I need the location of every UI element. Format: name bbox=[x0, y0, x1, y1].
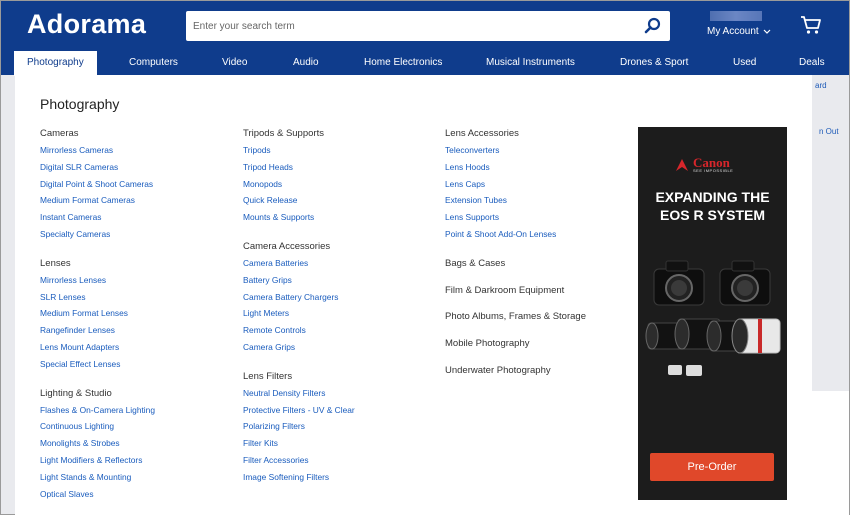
group-cameras: Cameras Mirrorless Cameras Digital SLR C… bbox=[40, 128, 155, 245]
menu-link[interactable]: Medium Format Cameras bbox=[40, 194, 155, 211]
menu-link[interactable]: Tripod Heads bbox=[243, 161, 355, 178]
canon-logo: Canon bbox=[693, 155, 730, 170]
group-camera-accessories: Camera Accessories Camera Batteries Batt… bbox=[243, 241, 355, 358]
search-button[interactable] bbox=[644, 17, 662, 35]
menu-category-bags-cases[interactable]: Bags & Cases bbox=[445, 258, 586, 285]
menu-link[interactable]: Specialty Cameras bbox=[40, 228, 155, 245]
menu-link[interactable]: Light Stands & Mounting bbox=[40, 471, 155, 488]
nav-used[interactable]: Used bbox=[733, 51, 756, 75]
menu-link[interactable]: Optical Slaves bbox=[40, 488, 155, 505]
group-lens-accessories: Lens Accessories Teleconverters Lens Hoo… bbox=[445, 128, 586, 245]
menu-link[interactable]: Teleconverters bbox=[445, 144, 586, 161]
cameras-lenses-image bbox=[645, 260, 781, 376]
nav-deals[interactable]: Deals bbox=[799, 51, 825, 75]
menu-link[interactable]: Neutral Density Filters bbox=[243, 387, 355, 404]
menu-link[interactable]: Remote Controls bbox=[243, 324, 355, 341]
canon-brand: Canon SEE IMPOSSIBLE bbox=[675, 155, 734, 173]
menu-link[interactable]: Mirrorless Lenses bbox=[40, 274, 155, 291]
menu-link[interactable]: Rangefinder Lenses bbox=[40, 324, 155, 341]
search-box bbox=[186, 11, 670, 41]
account-username-blurred bbox=[710, 11, 762, 21]
my-account-label: My Account bbox=[707, 26, 759, 37]
menu-link[interactable]: Digital SLR Cameras bbox=[40, 161, 155, 178]
ad-headline-2: EOS R SYSTEM bbox=[659, 207, 766, 223]
chevron-down-icon bbox=[763, 29, 771, 34]
menu-link[interactable]: Filter Accessories bbox=[243, 454, 355, 471]
group-lighting-studio: Lighting & Studio Flashes & On-Camera Li… bbox=[40, 388, 155, 505]
menu-link[interactable]: Special Effect Lenses bbox=[40, 358, 155, 375]
search-input[interactable] bbox=[186, 11, 626, 41]
menu-link[interactable]: Monopods bbox=[243, 178, 355, 195]
cart-icon bbox=[801, 16, 821, 34]
menu-link[interactable]: Light Modifiers & Reflectors bbox=[40, 454, 155, 471]
menu-link[interactable]: Protective Filters - UV & Clear bbox=[243, 404, 355, 421]
menu-link[interactable]: SLR Lenses bbox=[40, 291, 155, 308]
canon-tagline: SEE IMPOSSIBLE bbox=[693, 168, 734, 173]
group-title[interactable]: Lens Accessories bbox=[445, 128, 586, 144]
background-signout-fragment[interactable]: n Out bbox=[819, 127, 839, 136]
menu-link[interactable]: Lens Supports bbox=[445, 211, 586, 228]
menu-link[interactable]: Tripods bbox=[243, 144, 355, 161]
menu-category-mobile-photography[interactable]: Mobile Photography bbox=[445, 338, 586, 365]
menu-link[interactable]: Filter Kits bbox=[243, 437, 355, 454]
nav-computers[interactable]: Computers bbox=[129, 51, 178, 75]
group-title[interactable]: Lens Filters bbox=[243, 371, 355, 387]
menu-link[interactable]: Mirrorless Cameras bbox=[40, 144, 155, 161]
menu-category-photo-albums[interactable]: Photo Albums, Frames & Storage bbox=[445, 311, 586, 338]
canon-flag-icon bbox=[676, 159, 688, 171]
adorama-logo[interactable]: Adorama bbox=[27, 9, 146, 40]
canon-ad-banner[interactable]: Canon SEE IMPOSSIBLE EXPANDING THE EOS R… bbox=[638, 127, 787, 500]
menu-link[interactable]: Polarizing Filters bbox=[243, 420, 355, 437]
menu-link[interactable]: Lens Hoods bbox=[445, 161, 586, 178]
group-title[interactable]: Camera Accessories bbox=[243, 241, 355, 257]
background-card bbox=[812, 391, 849, 515]
menu-column-1: Cameras Mirrorless Cameras Digital SLR C… bbox=[40, 128, 155, 515]
menu-link[interactable]: Light Meters bbox=[243, 307, 355, 324]
nav-musical-instruments[interactable]: Musical Instruments bbox=[486, 51, 575, 75]
menu-link[interactable]: Instant Cameras bbox=[40, 211, 155, 228]
nav-drones-sport[interactable]: Drones & Sport bbox=[620, 51, 688, 75]
search-icon bbox=[644, 17, 661, 34]
category-nav: Photography Computers Video Audio Home E… bbox=[1, 51, 849, 76]
nav-photography[interactable]: Photography bbox=[14, 51, 97, 76]
menu-link[interactable]: Mounts & Supports bbox=[243, 211, 355, 228]
menu-column-3: Lens Accessories Teleconverters Lens Hoo… bbox=[445, 128, 586, 392]
background-link-fragment[interactable]: ard bbox=[815, 81, 827, 90]
my-account-menu[interactable]: My Account bbox=[707, 11, 771, 37]
nav-video[interactable]: Video bbox=[222, 51, 247, 75]
menu-link[interactable]: Monolights & Strobes bbox=[40, 437, 155, 454]
menu-link[interactable]: Digital Point & Shoot Cameras bbox=[40, 178, 155, 195]
nav-audio[interactable]: Audio bbox=[293, 51, 319, 75]
menu-link[interactable]: Continuous Lighting bbox=[40, 420, 155, 437]
group-lens-filters: Lens Filters Neutral Density Filters Pro… bbox=[243, 371, 355, 488]
group-lenses: Lenses Mirrorless Lenses SLR Lenses Medi… bbox=[40, 258, 155, 375]
menu-link[interactable]: Extension Tubes bbox=[445, 194, 586, 211]
menu-title: Photography bbox=[40, 96, 120, 112]
menu-category-film-darkroom[interactable]: Film & Darkroom Equipment bbox=[445, 285, 586, 312]
cart-button[interactable] bbox=[800, 15, 822, 35]
menu-link[interactable]: Quick Release bbox=[243, 194, 355, 211]
menu-link[interactable]: Medium Format Lenses bbox=[40, 307, 155, 324]
menu-link[interactable]: Camera Batteries bbox=[243, 257, 355, 274]
menu-link[interactable]: Camera Battery Chargers bbox=[243, 291, 355, 308]
group-title[interactable]: Cameras bbox=[40, 128, 155, 144]
menu-link[interactable]: Image Softening Filters bbox=[243, 471, 355, 488]
top-header: Adorama My Account bbox=[1, 1, 849, 51]
group-title[interactable]: Tripods & Supports bbox=[243, 128, 355, 144]
menu-link[interactable]: Battery Grips bbox=[243, 274, 355, 291]
menu-link[interactable]: Camera Grips bbox=[243, 341, 355, 358]
pre-order-button[interactable]: Pre-Order bbox=[650, 453, 774, 481]
group-title[interactable]: Lenses bbox=[40, 258, 155, 274]
menu-link[interactable]: Lens Caps bbox=[445, 178, 586, 195]
group-title[interactable]: Lighting & Studio bbox=[40, 388, 155, 404]
ad-headline-1: EXPANDING THE bbox=[655, 189, 770, 205]
menu-link[interactable]: Lens Mount Adapters bbox=[40, 341, 155, 358]
nav-home-electronics[interactable]: Home Electronics bbox=[364, 51, 442, 75]
menu-column-2: Tripods & Supports Tripods Tripod Heads … bbox=[243, 128, 355, 501]
photography-mega-menu: Photography Cameras Mirrorless Cameras D… bbox=[15, 75, 812, 515]
menu-category-underwater-photography[interactable]: Underwater Photography bbox=[445, 365, 586, 392]
group-tripods-supports: Tripods & Supports Tripods Tripod Heads … bbox=[243, 128, 355, 228]
menu-link[interactable]: Flashes & On-Camera Lighting bbox=[40, 404, 155, 421]
menu-link[interactable]: Point & Shoot Add-On Lenses bbox=[445, 228, 586, 245]
